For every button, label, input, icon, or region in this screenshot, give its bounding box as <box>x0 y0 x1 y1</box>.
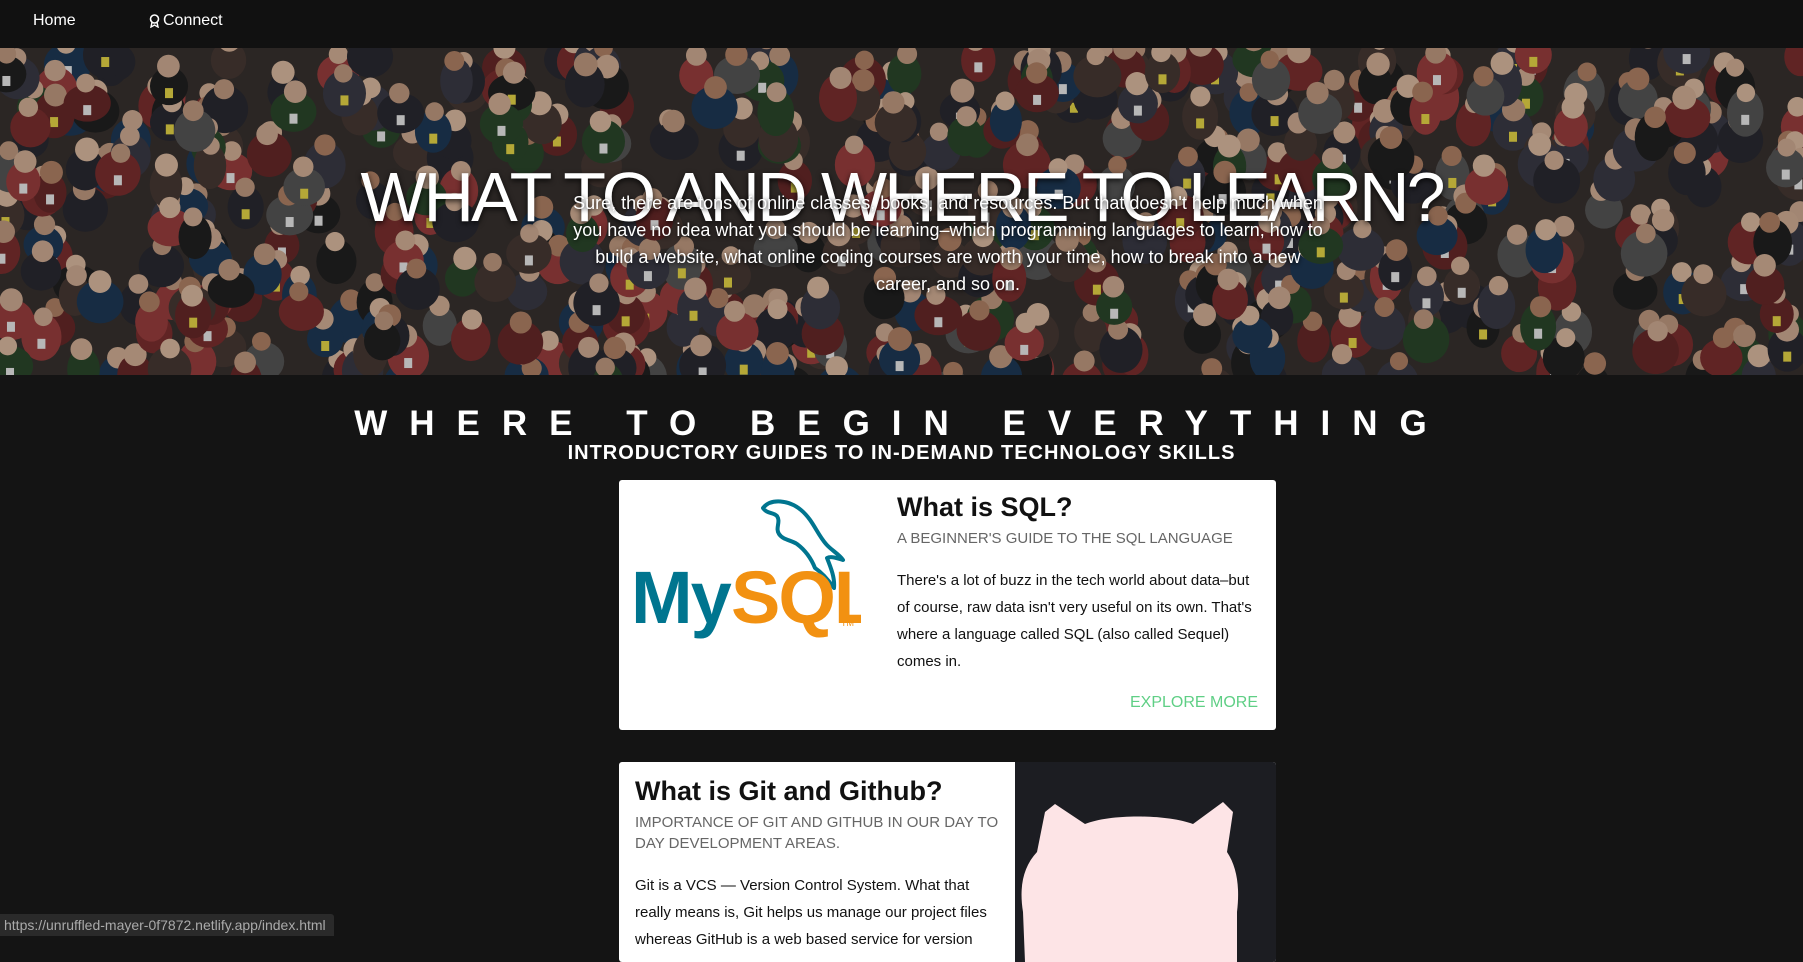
nav-connect-link[interactable]: Connect <box>149 0 223 42</box>
mysql-logo: My SQL TM <box>631 488 879 658</box>
sql-card-text: There's a lot of buzz in the tech world … <box>897 572 1252 670</box>
top-nav: Home Connect <box>0 0 1803 48</box>
explore-more-link[interactable]: EXPLORE MORE <box>1130 694 1258 712</box>
section-title: WHERE TO BEGIN EVERYTHING <box>354 404 1449 443</box>
mysql-tm-text: TM <box>841 618 854 628</box>
git-card: What is Git and Github? IMPORTANCE OF GI… <box>619 762 1276 962</box>
hero-description: Sure, there are tons of online classes, … <box>573 193 1323 294</box>
git-card-text: Git is a VCS — Version Control System. W… <box>635 877 987 948</box>
status-bar-url: https://unruffled-mayer-0f7872.netlify.a… <box>0 914 334 936</box>
octocat-icon <box>1021 802 1239 962</box>
git-card-title: What is Git and Github? <box>635 776 943 806</box>
sql-card: My SQL TM What is SQL? A BEGINNER'S GUID… <box>619 480 1276 730</box>
sql-card-title: What is SQL? <box>897 492 1073 522</box>
hero-banner: WHAT TO AND WHERE TO LEARN? Sure, there … <box>0 48 1803 375</box>
mysql-my-text: My <box>631 556 732 639</box>
sql-card-body: What is SQL? A BEGINNER'S GUIDE TO THE S… <box>897 490 1262 675</box>
award-icon <box>149 14 160 28</box>
nav-connect-label: Connect <box>163 12 223 29</box>
git-card-subtitle: IMPORTANCE OF GIT AND GITHUB IN OUR DAY … <box>635 814 999 852</box>
github-image-panel <box>1015 762 1276 962</box>
section-subtitle: INTRODUCTORY GUIDES TO IN-DEMAND TECHNOL… <box>567 442 1236 464</box>
sql-card-subtitle: A BEGINNER'S GUIDE TO THE SQL LANGUAGE <box>897 530 1233 547</box>
nav-home-link[interactable]: Home <box>33 0 76 42</box>
git-card-body: What is Git and Github? IMPORTANCE OF GI… <box>635 774 1005 953</box>
